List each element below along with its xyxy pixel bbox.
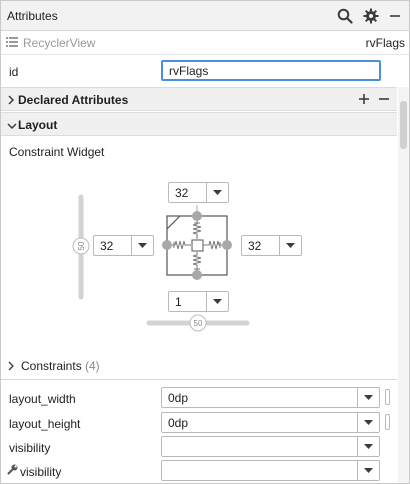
attribute-row-tools-visibility: visibility [1,459,397,483]
wrench-icon [7,464,18,478]
chevron-down-icon[interactable] [357,388,379,407]
layout-height-combo[interactable]: 0dp [161,412,380,433]
chevron-down-icon[interactable] [206,183,228,202]
constraints-count: (4) [85,359,100,373]
resource-picker-button[interactable] [385,414,390,430]
attribute-label: layout_width [9,392,76,406]
left-margin-value: 32 [100,239,114,253]
right-margin-combo[interactable]: 32 [241,235,302,256]
bottom-margin-value: 1 [175,295,182,309]
vertical-bias-value: 50 [77,241,86,250]
right-anchor-dot [222,240,232,250]
top-margin-value: 32 [175,186,189,200]
attribute-value: 0dp [168,416,189,430]
divider [1,379,397,380]
top-anchor-dot [192,211,202,221]
attributes-panel: Attributes RecyclerView rvFlags id Decla… [0,0,410,484]
top-margin-combo[interactable]: 32 [168,182,229,203]
chevron-down-icon[interactable] [131,236,153,255]
attribute-value: 0dp [168,391,189,405]
attribute-label: visibility [9,441,51,455]
bottom-anchor-dot [192,270,202,280]
left-margin-combo[interactable]: 32 [93,235,154,256]
right-margin-value: 32 [248,239,262,253]
attribute-row-layout-height: layout_height 0dp [1,411,397,435]
attribute-label: layout_height [9,417,81,431]
attribute-row-layout-width: layout_width 0dp [1,386,397,410]
attribute-label: visibility [20,465,62,479]
resource-picker-button[interactable] [385,389,390,405]
left-anchor-dot [162,240,172,250]
chevron-down-icon[interactable] [279,236,301,255]
chevron-down-icon[interactable] [357,437,379,456]
bottom-margin-combo[interactable]: 1 [168,291,229,312]
horizontal-bias-value: 50 [194,319,203,328]
chevron-down-icon[interactable] [357,413,379,432]
scrollbar-thumb[interactable] [400,101,407,149]
layout-width-combo[interactable]: 0dp [161,387,380,408]
attribute-row-visibility: visibility [1,435,397,459]
visibility-combo[interactable] [161,436,380,457]
constraints-row[interactable]: Constraints (4) [1,355,397,377]
tools-visibility-combo[interactable] [161,460,380,481]
constraints-label: Constraints [21,359,82,373]
chevron-down-icon[interactable] [206,292,228,311]
chevron-down-icon[interactable] [357,461,379,480]
chevron-right-icon [7,360,15,374]
